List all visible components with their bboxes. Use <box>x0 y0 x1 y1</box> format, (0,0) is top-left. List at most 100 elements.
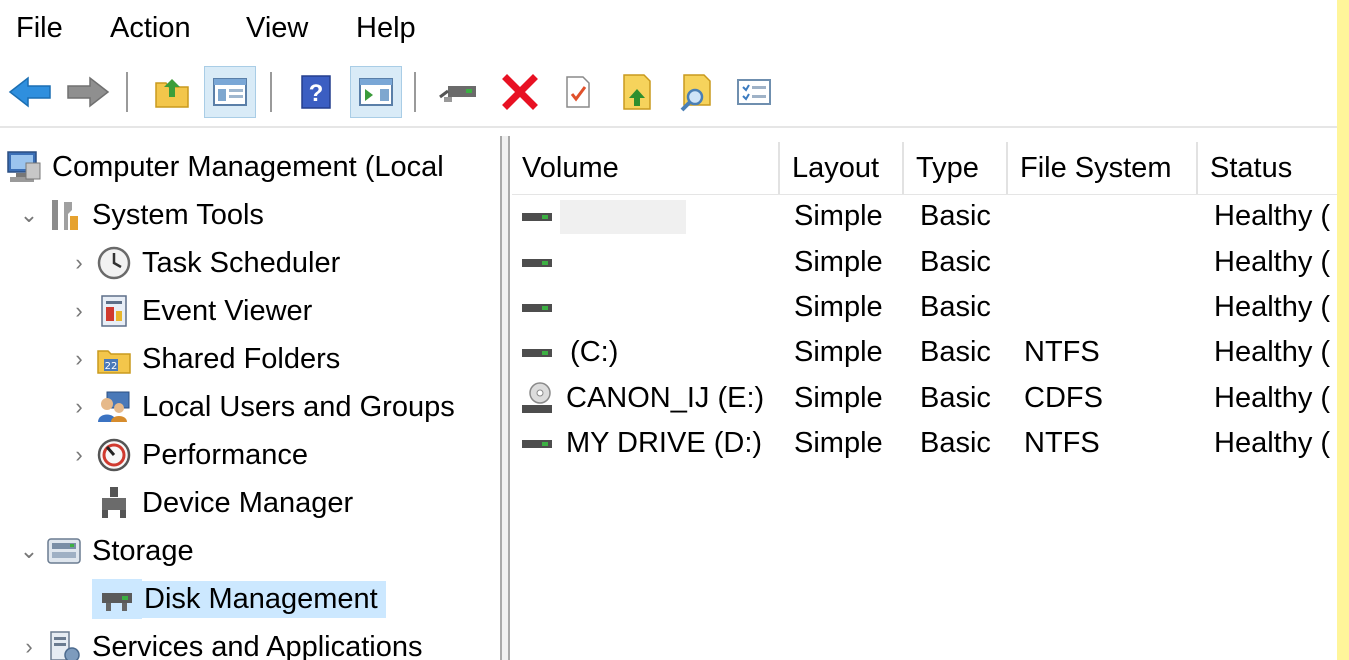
status-cell: Healthy ( <box>1214 291 1331 323</box>
type-cell: Basic <box>920 291 991 323</box>
chevron-right-icon[interactable]: › <box>66 298 92 324</box>
volume-row[interactable]: Simple Basic Healthy ( <box>512 194 1337 239</box>
volume-list-header: Volume Layout Type File System Status <box>512 142 1337 195</box>
storage-icon <box>42 531 86 571</box>
column-layout[interactable]: Layout <box>782 142 904 194</box>
status-cell: Healthy ( <box>1214 382 1331 414</box>
menu-file[interactable]: File <box>16 8 63 48</box>
file-system-cell: NTFS <box>1024 336 1100 368</box>
volume-cell: (C:) <box>562 336 619 368</box>
tree-item-disk-management[interactable]: Disk Management <box>66 576 386 622</box>
folder-search-icon <box>680 74 711 112</box>
column-volume[interactable]: Volume <box>512 142 780 194</box>
cd-drive-icon <box>522 376 556 421</box>
layout-cell: Simple <box>794 291 883 323</box>
svg-text:22: 22 <box>105 361 118 372</box>
redacted-volume-name <box>560 200 686 234</box>
tree-item-services-applications[interactable]: › Services and Applications <box>16 624 422 660</box>
computer-management-icon <box>2 147 46 187</box>
properties-button[interactable] <box>552 66 604 118</box>
file-system-cell: CDFS <box>1024 382 1103 414</box>
tree-item-label: Performance <box>142 438 309 471</box>
menu-action[interactable]: Action <box>110 8 191 48</box>
tree-item-task-scheduler[interactable]: › Task Scheduler <box>66 240 340 286</box>
menu-bar: File Action View Help <box>0 0 1337 56</box>
performance-icon <box>92 435 136 475</box>
type-cell: Basic <box>920 336 991 368</box>
chevron-right-icon[interactable]: › <box>66 250 92 276</box>
toolbar-separator <box>414 72 416 112</box>
svg-text:?: ? <box>309 80 324 107</box>
help-button[interactable]: ? <box>290 66 342 118</box>
tree-root-computer-management[interactable]: Computer Management (Local <box>2 144 444 190</box>
drive-icon <box>522 421 556 466</box>
tools-icon <box>42 195 86 235</box>
column-file-system[interactable]: File System <box>1010 142 1198 194</box>
tree-item-label: Storage <box>92 534 194 567</box>
chevron-down-icon[interactable]: ⌄ <box>16 538 42 564</box>
type-cell: Basic <box>920 427 991 459</box>
chevron-right-icon[interactable]: › <box>66 442 92 468</box>
tree-item-label: Task Scheduler <box>142 246 341 279</box>
status-cell: Healthy ( <box>1214 427 1331 459</box>
pane-splitter[interactable] <box>500 136 510 660</box>
show-hide-console-tree-button[interactable] <box>204 66 256 118</box>
list-view-button[interactable] <box>728 66 780 118</box>
export-list-button[interactable] <box>612 66 664 118</box>
volume-row[interactable]: (C:) Simple Basic NTFS Healthy ( <box>512 330 1337 375</box>
arrow-right-icon <box>67 76 110 108</box>
toolbar-separator <box>126 72 128 112</box>
connect-drive-button[interactable] <box>432 66 484 118</box>
users-icon <box>92 387 136 427</box>
type-cell: Basic <box>920 200 991 232</box>
drive-icon <box>522 330 556 375</box>
list-icon <box>737 79 771 105</box>
tree-item-storage[interactable]: ⌄ Storage <box>16 528 194 574</box>
volume-row[interactable]: Simple Basic Healthy ( <box>512 240 1337 285</box>
forward-button[interactable] <box>62 66 114 118</box>
volume-row[interactable]: MY DRIVE (D:) Simple Basic NTFS Healthy … <box>512 421 1337 466</box>
drive-connect-icon <box>439 86 476 102</box>
volume-cell: MY DRIVE (D:) <box>566 427 763 459</box>
volume-row[interactable]: CANON_IJ (E:) Simple Basic CDFS Healthy … <box>512 376 1337 421</box>
toolbar: ? <box>0 60 1337 126</box>
column-type[interactable]: Type <box>906 142 1008 194</box>
tree-item-performance[interactable]: › Performance <box>66 432 308 478</box>
event-viewer-icon <box>92 291 136 331</box>
chevron-right-icon[interactable]: › <box>66 394 92 420</box>
tree-item-device-manager[interactable]: Device Manager <box>66 480 353 526</box>
chevron-right-icon[interactable]: › <box>66 346 92 372</box>
window-edge-highlight <box>1337 0 1349 660</box>
show-hide-action-pane-button[interactable] <box>350 66 402 118</box>
checklist-doc-icon <box>566 76 590 108</box>
up-one-level-button[interactable] <box>146 66 198 118</box>
console-tree-icon <box>213 78 247 106</box>
tree-item-event-viewer[interactable]: › Event Viewer <box>66 288 312 334</box>
tree-item-system-tools[interactable]: ⌄ System Tools <box>16 192 264 238</box>
menu-view[interactable]: View <box>246 8 308 48</box>
shared-folder-icon: 22 <box>92 339 136 379</box>
toolbar-separator <box>270 72 272 112</box>
status-cell: Healthy ( <box>1214 200 1331 232</box>
status-cell: Healthy ( <box>1214 336 1331 368</box>
type-cell: Basic <box>920 382 991 414</box>
layout-cell: Simple <box>794 336 883 368</box>
status-cell: Healthy ( <box>1214 246 1331 278</box>
console-tree: Computer Management (Local ⌄ System Tool… <box>0 136 498 660</box>
menu-help[interactable]: Help <box>356 8 416 48</box>
drive-icon <box>522 194 556 239</box>
tree-item-local-users-groups[interactable]: › Local Users and Groups <box>66 384 454 430</box>
tree-item-label: Computer Management (Local <box>52 150 444 183</box>
chevron-right-icon[interactable]: › <box>16 634 42 660</box>
column-status[interactable]: Status <box>1200 142 1337 194</box>
volume-row[interactable]: Simple Basic Healthy ( <box>512 285 1337 330</box>
delete-button[interactable] <box>494 66 546 118</box>
tree-item-label: Device Manager <box>142 486 354 519</box>
tree-item-shared-folders[interactable]: › 22 Shared Folders <box>66 336 340 382</box>
layout-cell: Simple <box>794 382 883 414</box>
arrow-left-icon <box>8 76 51 108</box>
type-cell: Basic <box>920 246 991 278</box>
back-button[interactable] <box>4 66 56 118</box>
chevron-down-icon[interactable]: ⌄ <box>16 202 42 228</box>
search-folder-button[interactable] <box>670 66 722 118</box>
